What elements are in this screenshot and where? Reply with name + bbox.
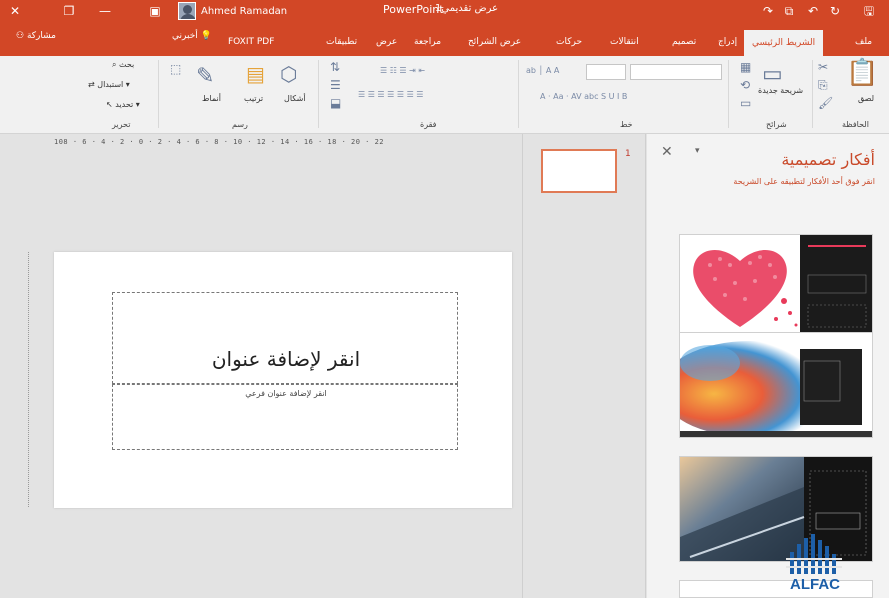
chevron-down-icon[interactable]: ▾: [695, 146, 700, 156]
divider: [518, 60, 519, 128]
tab-animations[interactable]: حركات: [556, 31, 582, 53]
restore-icon[interactable]: ❐: [56, 0, 82, 22]
shapes-icon[interactable]: ⬡: [280, 62, 297, 86]
vertical-ruler: [28, 252, 38, 507]
ribbon-display-icon[interactable]: ▣: [142, 0, 168, 22]
title-placeholder[interactable]: انقر لإضافة عنوان: [112, 292, 458, 384]
font-group-label: خط: [620, 120, 633, 129]
tell-me-label: أخبرني: [172, 31, 198, 41]
paste-label: لصق: [858, 94, 875, 103]
tab-view[interactable]: عرض: [376, 31, 397, 53]
new-slide-icon[interactable]: ▭: [762, 62, 783, 87]
design-idea-heart[interactable]: [679, 234, 873, 340]
subtitle-placeholder[interactable]: انقر لإضافة عنوان فرعي: [112, 384, 458, 450]
layout-icon[interactable]: ▦: [740, 60, 751, 74]
divider: [318, 60, 319, 128]
drawing-group-label: رسم: [232, 120, 248, 129]
quick-styles-icon[interactable]: ✎: [196, 64, 214, 89]
find-label: بحث: [119, 60, 135, 69]
start-presentation-icon[interactable]: ⧉: [776, 0, 802, 22]
redo-arrow-icon[interactable]: ↻: [822, 0, 848, 22]
list-buttons[interactable]: ☰ ☷ ☰ ⇥ ⇤: [380, 66, 425, 75]
watermark-text: ALFAC: [790, 576, 840, 593]
avatar: [178, 2, 196, 20]
slide-number: 1: [625, 149, 631, 159]
slide-canvas[interactable]: انقر لإضافة عنوان انقر لإضافة عنوان فرعي: [54, 252, 512, 508]
alfac-logo-icon: [786, 534, 842, 574]
share-button[interactable]: ⚇ مشاركة: [16, 31, 56, 41]
replace-button[interactable]: ⇄ استبدال ▾: [88, 80, 130, 89]
align-text-icon[interactable]: ☰: [330, 78, 341, 92]
user-account[interactable]: Ahmed Ramadan: [178, 2, 287, 20]
save-icon[interactable]: 🖫: [856, 0, 882, 22]
tab-design[interactable]: تصميم: [672, 31, 696, 53]
tab-file[interactable]: ملف: [855, 31, 872, 53]
user-name: Ahmed Ramadan: [201, 5, 288, 17]
shapes-label: أشكال: [284, 94, 306, 103]
arrange-icon[interactable]: ▤: [246, 62, 265, 86]
divider: [812, 60, 813, 128]
title-placeholder-text: انقر لإضافة عنوان: [211, 347, 361, 371]
font-format-buttons[interactable]: A · Aa · AV abc S U I B: [540, 92, 627, 101]
close-icon[interactable]: ✕: [661, 144, 673, 160]
shape-gallery-icon[interactable]: ⬚: [170, 62, 181, 76]
subtitle-placeholder-text: انقر لإضافة عنوان فرعي: [245, 389, 327, 398]
divider: [728, 60, 729, 128]
font-name-select[interactable]: [630, 64, 722, 80]
close-icon[interactable]: ✕: [2, 0, 28, 22]
tab-apps[interactable]: تطبيقات: [326, 31, 357, 53]
smartart-icon[interactable]: ⬓: [330, 96, 341, 110]
tell-me-search[interactable]: أخبرني 💡: [172, 31, 212, 41]
font-size-select[interactable]: [586, 64, 626, 80]
paragraph-group-label: فقرة: [420, 120, 437, 129]
format-painter-icon[interactable]: 🖌: [818, 96, 833, 110]
text-direction-icon[interactable]: ⇅: [330, 60, 340, 74]
new-slide-label: شريحة جديدة: [758, 86, 804, 95]
tab-review[interactable]: مراجعة: [414, 31, 441, 53]
select-button[interactable]: ↖ تحديد ▾: [106, 100, 140, 109]
tab-slideshow[interactable]: عرض الشرائح: [468, 31, 521, 53]
find-button[interactable]: ⌕ بحث: [112, 60, 134, 70]
tab-foxit[interactable]: FOXIT PDF: [228, 31, 274, 53]
alignment-buttons[interactable]: ☰ ☰ ☰ ☰ ☰ ☰ ☰: [358, 90, 423, 99]
slide-thumbnail[interactable]: [541, 149, 617, 193]
title-bar: ✕ ❐ — ▣ Ahmed Ramadan PowerPoint عرض تقد…: [0, 0, 889, 22]
slide-thumbnails-pane: [522, 134, 646, 598]
tab-transitions[interactable]: انتقالات: [610, 31, 639, 53]
editing-group-label: تحرير: [112, 120, 131, 129]
design-ideas-subtitle: انقر فوق أحد الأفكار لتطبيقه على الشريحة: [733, 177, 875, 186]
design-idea-watercolor[interactable]: [679, 332, 873, 438]
ribbon: ⌕ بحث ⇄ استبدال ▾ ↖ تحديد ▾ تحرير ⬚ ✎ ▤ …: [0, 56, 889, 134]
minimize-icon[interactable]: —: [92, 0, 118, 22]
copy-icon[interactable]: ⎘: [818, 78, 828, 93]
watercolor-design-preview: [680, 333, 872, 437]
share-label: مشاركة: [26, 31, 56, 41]
reset-icon[interactable]: ⟲: [740, 78, 750, 92]
select-label: تحديد: [115, 100, 134, 109]
section-icon[interactable]: ▭: [740, 96, 751, 110]
quick-styles-label: أنماط: [202, 94, 221, 103]
divider: [158, 60, 159, 128]
cut-icon[interactable]: ✂: [818, 60, 828, 74]
slides-group-label: شرائح: [766, 120, 787, 129]
design-ideas-title: أفكار تصميمية: [781, 150, 875, 169]
clipboard-group-label: الحافظة: [842, 120, 869, 129]
heart-design-preview: [693, 235, 872, 339]
alfac-watermark: ALFAC: [776, 532, 854, 598]
arrange-label: ترتيب: [244, 94, 264, 103]
paste-icon[interactable]: 📋: [846, 58, 878, 88]
ribbon-tabs: ⚇ مشاركة أخبرني 💡 FOXIT PDF تطبيقات عرض …: [0, 22, 889, 56]
design-ideas-pane: ✕ ▾ أفكار تصميمية انقر فوق أحد الأفكار ل…: [647, 134, 889, 598]
replace-label: استبدال: [97, 80, 124, 89]
font-size-buttons[interactable]: ab │ A A: [526, 66, 559, 75]
tab-home[interactable]: الشريط الرئيسي: [744, 30, 824, 56]
tab-insert[interactable]: إدراج: [718, 31, 737, 53]
horizontal-ruler: 108 · 6 · 4 · 2 · 0 · 2 · 4 · 6 · 8 · 10…: [54, 138, 385, 146]
document-title: عرض تقديمي1: [435, 3, 499, 14]
